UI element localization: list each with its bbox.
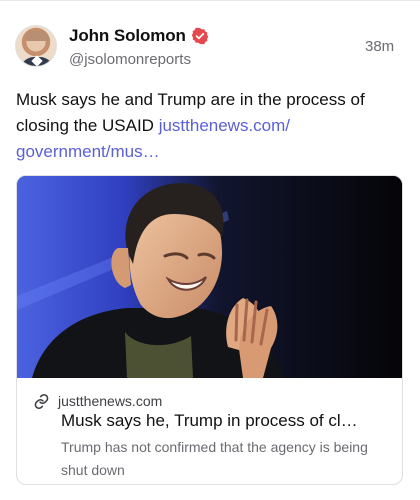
card-meta: justthenews.com Musk says he, Trump in p… [17, 378, 402, 484]
author-name[interactable]: John Solomon [69, 26, 186, 46]
post[interactable]: John Solomon @jsolomonreports 38m Musk s… [0, 0, 420, 500]
post-text: Musk says he and Trump are in the proces… [16, 87, 408, 165]
avatar-hair [25, 31, 49, 41]
card-photo-illustration [17, 176, 402, 378]
post-timestamp: 38m [365, 38, 395, 55]
post-header: John Solomon @jsolomonreports [69, 24, 399, 72]
card-description: Trump has not confirmed that the agency … [61, 439, 368, 478]
card-title[interactable]: Musk says he, Trump in process of cl… [61, 411, 397, 431]
avatar[interactable] [15, 25, 57, 67]
card-domain[interactable]: justthenews.com [58, 393, 162, 409]
name-row: John Solomon [69, 24, 399, 48]
verified-badge-icon [191, 27, 209, 45]
card-image[interactable] [17, 176, 402, 378]
card-domain-row: justthenews.com [33, 391, 162, 411]
link-preview-card[interactable]: justthenews.com Musk says he, Trump in p… [16, 175, 403, 485]
author-handle[interactable]: @jsolomonreports [69, 51, 399, 71]
link-icon [34, 393, 49, 409]
